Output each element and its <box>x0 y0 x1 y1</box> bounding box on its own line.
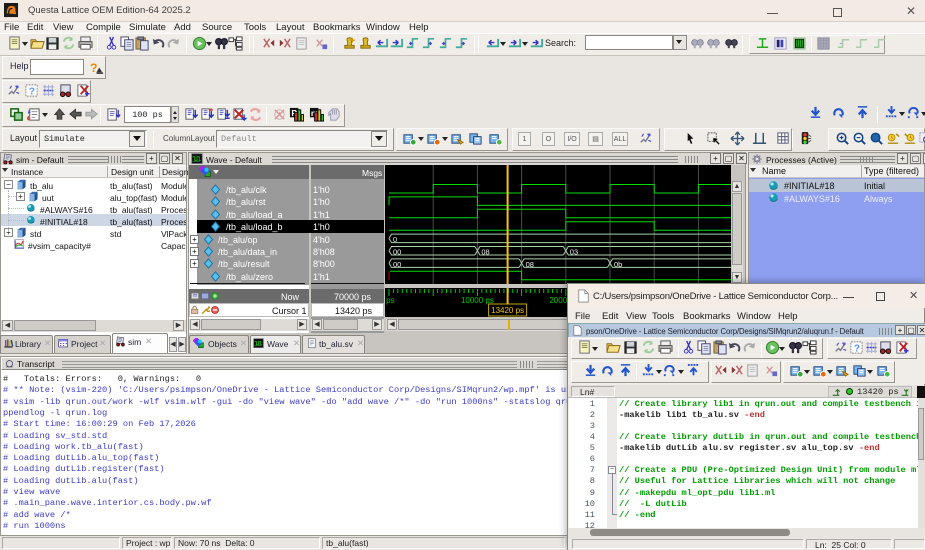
svg-text:08: 08 <box>526 260 534 269</box>
svg-text:0: 0 <box>393 235 397 244</box>
svg-text:00: 00 <box>393 248 401 257</box>
svg-text:?: ? <box>90 61 97 75</box>
svg-text:0b: 0b <box>614 260 622 269</box>
svg-text:00: 00 <box>393 260 401 269</box>
svg-text:?: ? <box>854 343 860 354</box>
svg-text:03: 03 <box>570 248 578 257</box>
svg-text:0 ps: 0 ps <box>385 296 395 305</box>
svg-text:08: 08 <box>481 248 489 257</box>
svg-text:?: ? <box>29 86 35 97</box>
svg-text:13420 ps: 13420 ps <box>491 306 524 315</box>
